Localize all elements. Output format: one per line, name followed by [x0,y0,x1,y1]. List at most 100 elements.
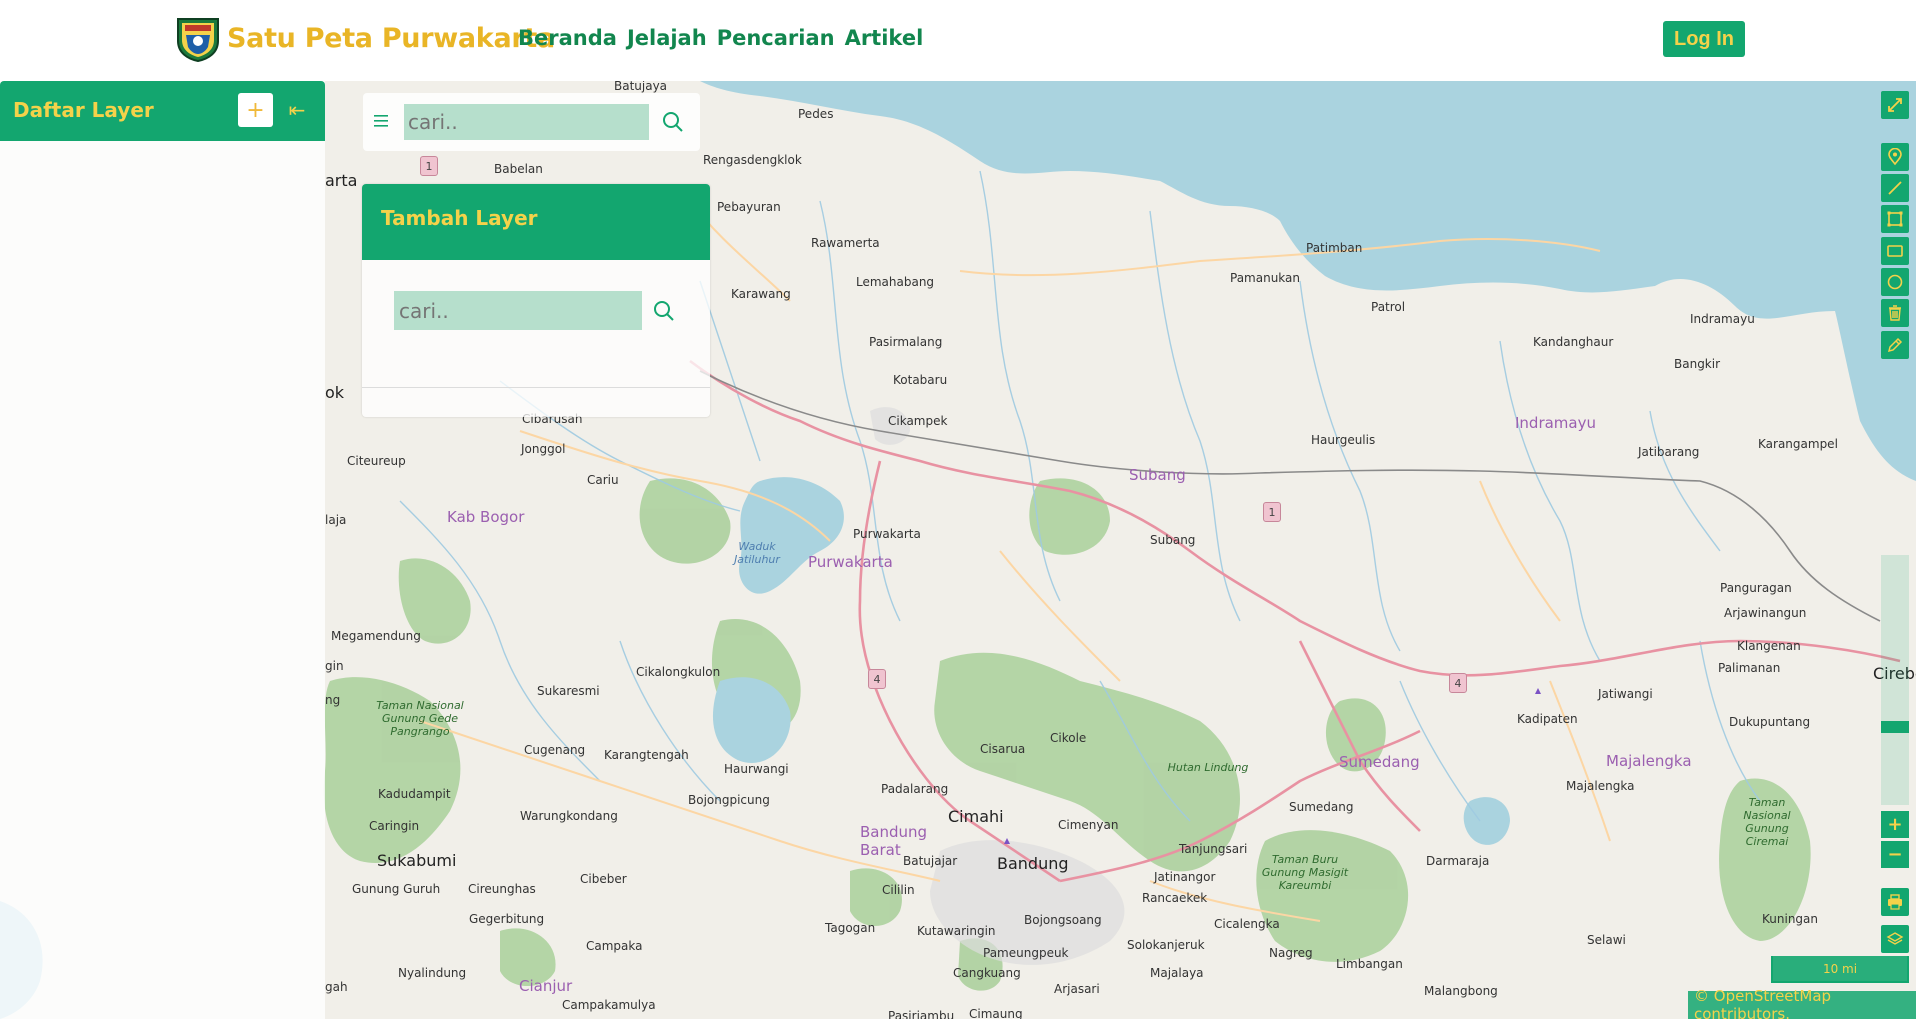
city-label: Cimahi [948,807,1004,826]
place-label: Pamanukan [1230,271,1301,285]
forest-label: Taman Nasional Gunung Gede Pangrango [376,699,464,738]
map-search-bar [363,93,700,151]
place-label: Purwakarta [853,527,921,541]
nav-beranda[interactable]: Beranda [518,26,617,50]
place-label: Gunung Guruh [352,882,441,896]
place-label: Selawi [1587,933,1626,947]
place-label: gin [325,659,344,673]
place-label: Batujajar [903,854,958,868]
place-label: Caringin [369,819,420,833]
map-search-input[interactable] [404,104,649,140]
region-label: Subang [1129,466,1186,484]
place-label: Cikalongkulon [636,665,721,679]
place-label: Megamendung [331,629,421,643]
place-label: Palimanan [1718,661,1781,675]
place-label: Cangkuang [953,966,1021,980]
edit-pencil-icon[interactable] [1881,331,1909,359]
place-label: Kuningan [1762,912,1818,926]
place-label: Majalengka [1566,779,1635,793]
place-label: Cariu [587,473,619,487]
region-label: Kab Bogor [447,508,525,526]
purwakarta-logo [177,18,219,63]
place-label: Cisarua [980,742,1026,756]
search-icon[interactable] [652,104,694,140]
place-label: Sukaresmi [537,684,600,698]
place-label: Indramayu [1690,312,1755,326]
place-label: Citeureup [347,454,406,468]
place-label: Bojongsoang [1024,913,1102,927]
nav-artikel[interactable]: Artikel [845,26,924,50]
place-label: Gegerbitung [469,912,545,926]
place-label: ng [325,693,341,707]
zoom-slider-track[interactable] [1881,555,1909,805]
zoom-slider-thumb[interactable] [1881,721,1909,733]
place-label: Kotabaru [893,373,948,387]
place-label: Karangtengah [604,748,689,762]
draw-polygon-icon[interactable] [1881,205,1909,233]
add-layer-panel: Tambah Layer [362,184,710,417]
layers-icon[interactable] [1881,925,1909,953]
place-label: Pasirmalang [869,335,943,349]
place-label: Cireunghas [468,882,536,896]
add-layer-button[interactable]: + [238,93,273,127]
layer-search-input[interactable] [394,291,642,330]
place-label: laja [325,513,347,527]
nav-jelajah[interactable]: Jelajah [627,26,707,50]
draw-circle-icon[interactable] [1881,268,1909,296]
route-shield: 4 [1449,673,1467,693]
place-label: Cikampek [888,414,948,428]
trash-icon[interactable] [1881,299,1909,327]
collapse-sidebar-icon[interactable]: ⇤ [282,95,312,125]
zoom-out-button[interactable]: − [1881,841,1909,868]
route-shield: 4 [868,669,886,689]
marker-icon[interactable] [1881,143,1909,171]
place-label: Batujaya [614,81,668,93]
place-label: Jonggol [521,442,566,456]
place-label: Nagreg [1269,946,1313,960]
place-label: Pedes [798,107,834,121]
sidebar-header: Daftar Layer + ⇤ [0,81,325,141]
place-label: Sumedang [1289,800,1354,814]
place-label: Kandanghaur [1533,335,1614,349]
login-button[interactable]: Log In [1663,21,1745,57]
place-label: Subang [1150,533,1196,547]
place-label: Cimenyan [1058,818,1119,832]
region-label: Purwakarta [808,553,893,571]
forest-label: Taman Nasional Gunung Ciremai [1743,796,1791,848]
map-attribution[interactable]: © OpenStreetMap contributors. [1688,987,1916,1019]
place-label: Malangbong [1424,984,1498,998]
draw-line-icon[interactable] [1881,174,1909,202]
route-shield: 1 [1263,502,1281,522]
forest-label: Hutan Lindung [1167,761,1249,774]
place-label: Tanjungsari [1179,842,1248,856]
hamburger-menu-icon[interactable] [373,109,389,133]
region-label: Indramayu [1515,414,1596,432]
place-label: Kadipaten [1517,712,1578,726]
place-label: Rawamerta [811,236,880,250]
nav-pencarian[interactable]: Pencarian [717,26,835,50]
fullscreen-icon[interactable] [1881,91,1909,119]
print-icon[interactable] [1881,888,1909,916]
brand[interactable]: Satu Peta Purwakarta [173,13,555,63]
place-label: Dukupuntang [1729,715,1811,729]
place-label: Padalarang [881,782,949,796]
place-label: Rancaekek [1142,891,1208,905]
zoom-in-button[interactable]: + [1881,811,1909,838]
place-label: Campakamulya [562,998,656,1012]
draw-rectangle-icon[interactable] [1881,237,1909,265]
place-label: Haurwangi [724,762,789,776]
place-label: Pebayuran [717,200,781,214]
place-label: Pameungpeuk [983,946,1069,960]
panel-divider [362,387,710,388]
place-label: Jatibarang [1638,445,1700,459]
search-icon[interactable] [644,291,684,330]
add-layer-panel-title: Tambah Layer [381,206,538,230]
place-label: Arjasari [1054,982,1100,996]
place-label: Cibeber [580,872,627,886]
place-label: Haurgeulis [1311,433,1376,447]
place-label: Lemahabang [856,275,935,289]
place-label: Bangkir [1674,357,1721,371]
place-label: Kadudampit [378,787,451,801]
place-label: Karawang [731,287,791,301]
place-label: Jatiwangi [1598,687,1653,701]
